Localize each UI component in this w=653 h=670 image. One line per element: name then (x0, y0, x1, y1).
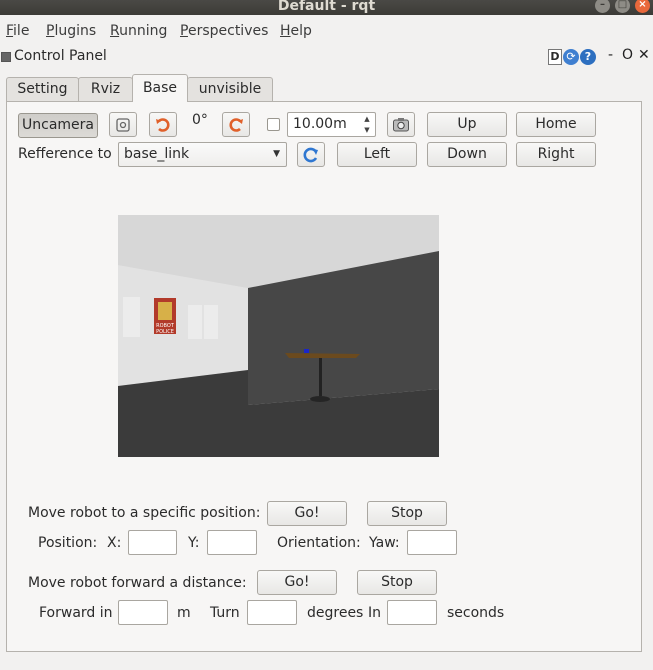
home-button[interactable]: Home (516, 112, 596, 137)
reference-frame-select[interactable]: base_link ▼ (118, 142, 287, 167)
window-titlebar: Default - rqt – □ × (0, 0, 653, 15)
menu-running[interactable]: Running (110, 23, 167, 39)
position-label: Position: (38, 535, 98, 551)
up-button[interactable]: Up (427, 112, 507, 137)
tab-unvisible[interactable]: unvisible (187, 77, 273, 101)
turn-label: Turn (210, 605, 240, 621)
turn-degrees-input[interactable] (247, 600, 297, 625)
rotate-left-icon (156, 118, 170, 132)
chevron-down-icon: ▼ (273, 149, 280, 159)
forward-distance-input[interactable] (118, 600, 168, 625)
move-forward-go-button[interactable]: Go! (257, 570, 337, 595)
dock-grip-icon[interactable] (1, 52, 11, 62)
seconds-unit-label: seconds (447, 605, 505, 621)
reload-icon[interactable]: ⟳ (563, 49, 579, 65)
tab-base[interactable]: Base (132, 74, 188, 102)
duration-seconds-input[interactable] (387, 600, 437, 625)
refresh-reference-button[interactable] (297, 142, 325, 167)
x-input[interactable] (128, 530, 177, 555)
y-label: Y: (188, 535, 200, 551)
degrees-unit-label: degrees (307, 605, 364, 621)
rotate-right-button[interactable] (222, 112, 250, 137)
yaw-input[interactable] (407, 530, 457, 555)
uncamera-button[interactable]: Uncamera (18, 113, 98, 138)
angle-readout: 0° (192, 112, 208, 128)
rotate-right-icon (229, 118, 243, 132)
poster-line2: POLICE (156, 329, 174, 335)
meters-unit-label: m (177, 605, 191, 621)
left-button[interactable]: Left (337, 142, 417, 167)
menu-perspectives[interactable]: Perspectives (180, 23, 268, 39)
dock-d-button[interactable]: D (548, 49, 562, 65)
move-position-label: Move robot to a specific position: (28, 505, 261, 521)
float-panel-button[interactable]: O (622, 47, 633, 63)
right-button[interactable]: Right (516, 142, 596, 167)
maximize-window-button[interactable]: □ (615, 0, 630, 13)
move-forward-label: Move robot forward a distance: (28, 575, 247, 591)
menu-help[interactable]: Help (280, 23, 312, 39)
window-title: Default - rqt (277, 0, 376, 14)
in-label: In (368, 605, 382, 621)
center-camera-button[interactable] (109, 112, 137, 137)
distance-checkbox[interactable] (267, 118, 280, 131)
yaw-label: Yaw: (369, 535, 400, 551)
menubar: File Plugins Running Perspectives Help (0, 19, 653, 43)
camera-image: ROBOT POLICE (118, 215, 439, 457)
orientation-label: Orientation: (277, 535, 361, 551)
down-button[interactable]: Down (427, 142, 507, 167)
x-label: X: (107, 535, 122, 551)
close-panel-button[interactable]: ✕ (638, 47, 650, 63)
move-position-go-button[interactable]: Go! (267, 501, 347, 526)
menu-file[interactable]: File (6, 23, 29, 39)
camera-icon (393, 118, 409, 132)
move-position-stop-button[interactable]: Stop (367, 501, 447, 526)
forward-in-label: Forward in (39, 605, 113, 621)
help-icon[interactable]: ? (580, 49, 596, 65)
spin-down-icon[interactable]: ▼ (361, 125, 373, 135)
tab-setting[interactable]: Setting (6, 77, 79, 101)
move-forward-stop-button[interactable]: Stop (357, 570, 437, 595)
rotate-left-button[interactable] (149, 112, 177, 137)
control-panel-header: Control Panel D ⟳ ? - O ✕ (0, 45, 653, 69)
spin-up-icon[interactable]: ▲ (361, 114, 373, 124)
y-input[interactable] (207, 530, 257, 555)
screenshot-button[interactable] (387, 112, 415, 137)
distance-spinbox[interactable]: 10.00m ▲ ▼ (287, 112, 376, 137)
minimize-panel-button[interactable]: - (608, 47, 613, 63)
control-panel-title: Control Panel (14, 48, 107, 64)
distance-value: 10.00m (293, 116, 347, 132)
refresh-icon (303, 147, 318, 163)
tab-rviz[interactable]: Rviz (78, 77, 133, 101)
close-window-button[interactable]: × (635, 0, 650, 13)
camera-view[interactable]: ROBOT POLICE (118, 215, 439, 457)
menu-plugins[interactable]: Plugins (46, 23, 96, 39)
reference-frame-value: base_link (124, 146, 190, 162)
reference-label: Refference to (18, 146, 112, 162)
minimize-window-button[interactable]: – (595, 0, 610, 13)
target-icon (116, 118, 130, 132)
